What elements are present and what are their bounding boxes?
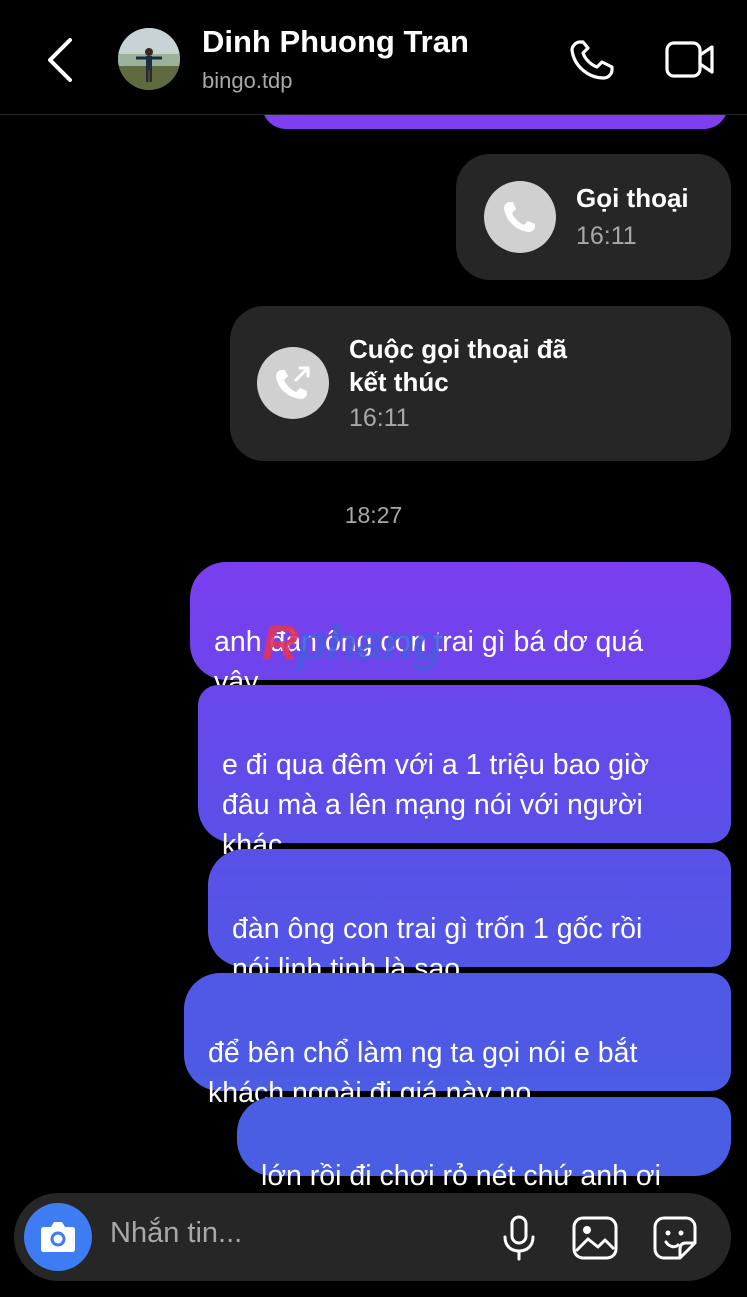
watermark-logo: Rphang bbox=[262, 614, 443, 672]
message-input[interactable]: Nhắn tin... bbox=[110, 1217, 242, 1250]
message-composer: Nhắn tin... bbox=[14, 1193, 731, 1281]
message-bubble[interactable]: đàn ông con trai gì trốn 1 gốc rồi nói l… bbox=[208, 849, 731, 985]
video-call-button[interactable] bbox=[664, 36, 716, 84]
call-time: 16:11 bbox=[349, 404, 410, 432]
message-text: lớn rồi đi chơi rỏ nét chứ anh ơi bbox=[261, 1160, 661, 1192]
call-title: Gọi thoại bbox=[576, 183, 689, 213]
video-camera-icon bbox=[665, 41, 714, 78]
chevron-left-icon bbox=[48, 38, 72, 82]
camera-button[interactable] bbox=[24, 1203, 92, 1271]
call-card[interactable]: Cuộc gọi thoại đã kết thúc 16:11 bbox=[230, 306, 731, 461]
call-title: Cuộc gọi thoại đã kết thúc bbox=[349, 334, 568, 397]
back-button[interactable] bbox=[40, 32, 80, 88]
message-bubble[interactable]: e đi qua đêm với a 1 triệu bao giờ đâu m… bbox=[198, 685, 731, 861]
voice-call-button[interactable] bbox=[566, 36, 618, 84]
watermark-rest: phang bbox=[297, 615, 443, 671]
image-icon bbox=[572, 1216, 618, 1260]
contact-name[interactable]: Dinh Phuong Tran bbox=[202, 24, 469, 60]
message-timestamp: 18:27 bbox=[344, 502, 403, 528]
avatar[interactable] bbox=[118, 28, 180, 90]
contact-handle: bingo.tdp bbox=[202, 68, 293, 93]
call-card[interactable]: Gọi thoại 16:11 bbox=[456, 154, 731, 280]
voice-message-button[interactable] bbox=[494, 1213, 544, 1263]
avatar-image bbox=[118, 28, 180, 90]
gallery-button[interactable] bbox=[570, 1213, 620, 1263]
phone-ended-icon bbox=[276, 366, 310, 399]
message-text: e đi qua đêm với a 1 triệu bao giờ đâu m… bbox=[222, 749, 650, 861]
sticker-icon bbox=[653, 1216, 697, 1260]
camera-icon bbox=[41, 1222, 75, 1252]
call-icon-circle bbox=[257, 347, 329, 419]
phone-icon bbox=[504, 202, 535, 232]
sticker-button[interactable] bbox=[650, 1213, 700, 1263]
call-icon-circle bbox=[484, 181, 556, 253]
message-bubble[interactable]: lớn rồi đi chơi rỏ nét chứ anh ơi bbox=[237, 1097, 731, 1192]
microphone-icon bbox=[503, 1215, 535, 1261]
message-bubble[interactable]: để bên chổ làm ng ta gọi nói e bắt khách… bbox=[184, 973, 731, 1109]
call-time: 16:11 bbox=[576, 222, 637, 250]
phone-icon bbox=[570, 40, 614, 80]
chat-header: Dinh Phuong Tran bingo.tdp bbox=[0, 0, 747, 115]
watermark-first: R bbox=[262, 615, 298, 671]
